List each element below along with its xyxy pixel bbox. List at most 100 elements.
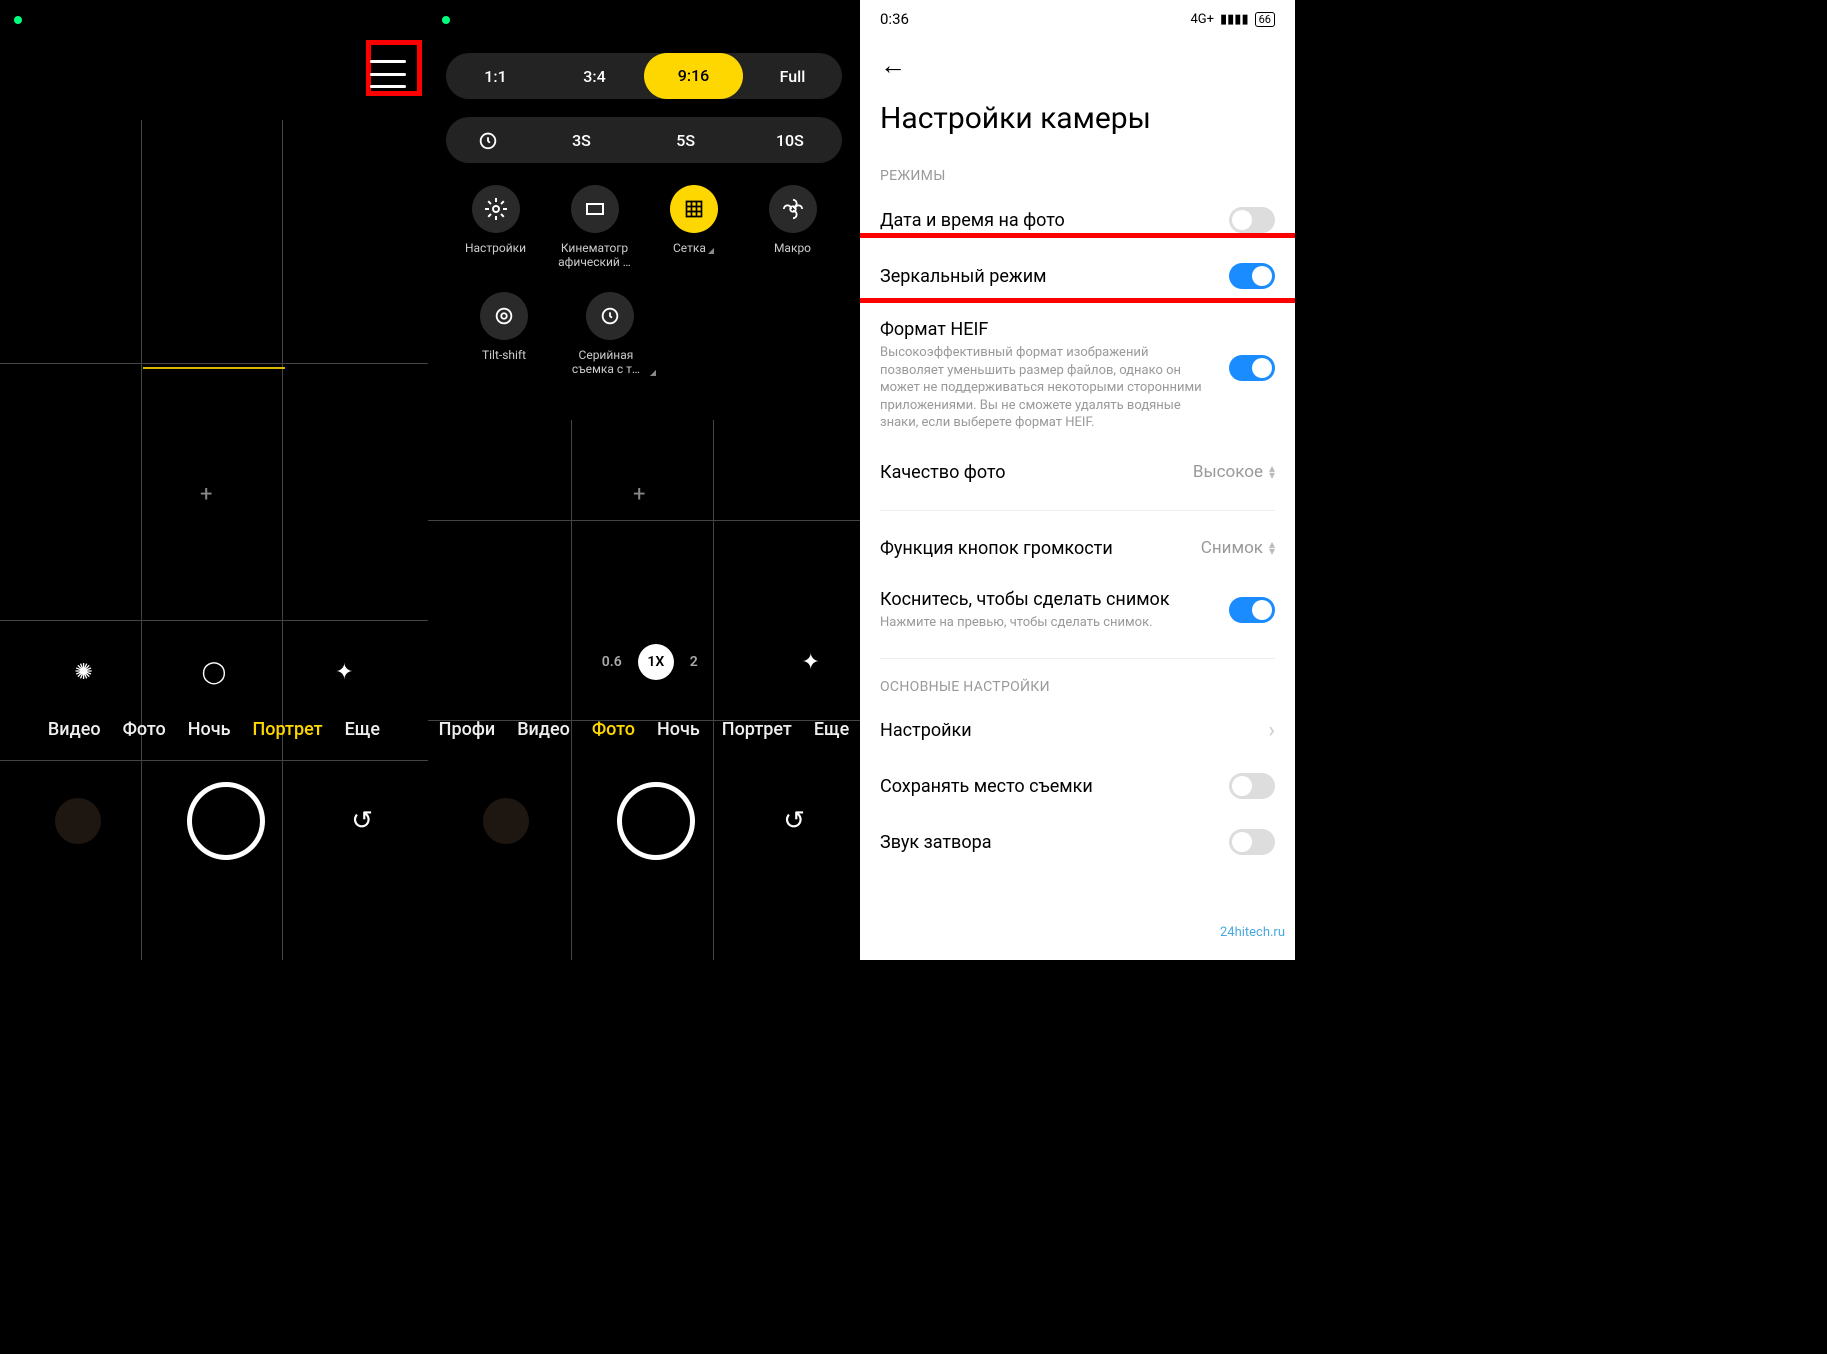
chevron-right-icon: ›: [1268, 718, 1275, 743]
signal-icon: ▮▮▮▮: [1220, 12, 1249, 27]
tilt-shift-capability[interactable]: Tilt-shift: [458, 292, 550, 377]
setting-title: Настройки: [880, 720, 1254, 741]
timer-off-icon[interactable]: [446, 129, 529, 151]
filter-toolbar: ✺ ◯ ✦: [0, 660, 428, 685]
caret-icon: ◢: [708, 246, 714, 255]
shutter-button[interactable]: [617, 782, 695, 860]
setting-title: Функция кнопок громкости: [880, 538, 1187, 559]
cap-label: Сетка: [673, 241, 706, 255]
timer-10s[interactable]: 10S: [738, 131, 842, 150]
toggle-mirror[interactable]: [1229, 263, 1275, 289]
aspect-9-16[interactable]: 9:16: [644, 53, 743, 99]
mode-photo[interactable]: Фото: [123, 719, 166, 740]
grid-line: [713, 420, 714, 960]
filter-icon[interactable]: ✦: [335, 660, 353, 685]
timer-3s[interactable]: 3S: [529, 131, 633, 150]
camera-screen-left: + ✺ ◯ ✦ Видео Фото Ночь Портрет Еще ↺: [0, 0, 428, 960]
setting-quality[interactable]: Качество фото Высокое ▴▾: [860, 447, 1295, 498]
status-bar: 0:36 4G+ ▮▮▮▮ 66: [860, 0, 1295, 38]
toggle-tap-to-shoot[interactable]: [1229, 597, 1275, 623]
network-icon: 4G+: [1190, 12, 1214, 27]
back-button[interactable]: ←: [860, 38, 1295, 93]
shutter-row: ↺: [428, 782, 860, 860]
grid-line: [571, 420, 572, 960]
settings-capability[interactable]: Настройки: [450, 185, 542, 270]
cap-label: Настройки: [465, 241, 526, 255]
thumbnail-button[interactable]: [483, 798, 529, 844]
flip-camera-icon[interactable]: ↺: [351, 806, 373, 836]
flip-camera-icon[interactable]: ↺: [783, 806, 805, 836]
toggle-save-location[interactable]: [1229, 773, 1275, 799]
mode-photo[interactable]: Фото: [592, 719, 635, 740]
burst-capability[interactable]: Серийная съемка с т…◢: [564, 292, 656, 377]
setting-settings-link[interactable]: Настройки ›: [860, 703, 1295, 758]
setting-title: Зеркальный режим: [880, 266, 1215, 287]
mode-selector[interactable]: Профи Видео Фото Ночь Портрет Еще: [428, 719, 860, 740]
menu-icon[interactable]: [370, 60, 406, 88]
timer-5s[interactable]: 5S: [634, 131, 738, 150]
divider: [880, 510, 1275, 511]
mode-more[interactable]: Еще: [345, 719, 380, 740]
toggle-datetime[interactable]: [1229, 207, 1275, 233]
grid-line: [428, 520, 860, 521]
page-title: Настройки камеры: [860, 93, 1295, 160]
aspect-ratio-selector[interactable]: 1:1 3:4 9:16 Full: [446, 53, 842, 99]
zoom-1x[interactable]: 1X: [638, 644, 674, 680]
grid-capability[interactable]: Сетка◢: [648, 185, 740, 270]
section-header-main: ОСНОВНЫЕ НАСТРОЙКИ: [860, 671, 1295, 703]
aspect-full[interactable]: Full: [743, 67, 842, 86]
macro-capability[interactable]: Макро: [747, 185, 839, 270]
focus-crosshair: +: [200, 482, 212, 507]
privacy-indicator-dot: [442, 16, 450, 24]
mode-night[interactable]: Ночь: [657, 719, 700, 740]
setting-tap-to-shoot[interactable]: Коснитесь, чтобы сделать снимок Нажмите …: [860, 574, 1295, 647]
setting-value: Снимок: [1201, 538, 1263, 558]
zoom-2[interactable]: 2: [690, 654, 698, 670]
setting-title: Звук затвора: [880, 832, 1215, 853]
camera-screen-center: 1:1 3:4 9:16 Full 3S 5S 10S Настройки Ки…: [428, 0, 860, 960]
setting-heif[interactable]: Формат HEIF Высокоэффективный формат изо…: [860, 304, 1295, 447]
toggle-heif[interactable]: [1229, 355, 1275, 381]
dropdown-arrows-icon: ▴▾: [1269, 541, 1275, 555]
divider: [880, 658, 1275, 659]
toggle-shutter-sound[interactable]: [1229, 829, 1275, 855]
filter-icon[interactable]: ✦: [802, 650, 820, 675]
cinematic-capability[interactable]: Кинематогр афический …: [549, 185, 641, 270]
zoom-0-6[interactable]: 0.6: [602, 654, 622, 670]
thumbnail-button[interactable]: [55, 798, 101, 844]
aspect-3-4[interactable]: 3:4: [545, 67, 644, 86]
gear-icon: [472, 185, 520, 233]
mode-pro[interactable]: Профи: [439, 719, 496, 740]
timer-selector[interactable]: 3S 5S 10S: [446, 117, 842, 163]
dropdown-arrows-icon: ▴▾: [1269, 465, 1275, 479]
brightness-icon[interactable]: ✺: [74, 660, 92, 685]
mode-portrait[interactable]: Портрет: [722, 719, 792, 740]
setting-value: Высокое: [1193, 462, 1263, 482]
mode-video[interactable]: Видео: [517, 719, 570, 740]
flower-icon: [769, 185, 817, 233]
camera-settings-screen: 0:36 4G+ ▮▮▮▮ 66 ← Настройки камеры РЕЖИ…: [860, 0, 1295, 960]
mode-selector[interactable]: Видео Фото Ночь Портрет Еще: [0, 719, 428, 740]
setting-mirror[interactable]: Зеркальный режим: [860, 248, 1295, 304]
aperture-icon[interactable]: ◯: [202, 660, 227, 685]
setting-save-location[interactable]: Сохранять место съемки: [860, 758, 1295, 814]
setting-volume-buttons[interactable]: Функция кнопок громкости Снимок ▴▾: [860, 523, 1295, 574]
cap-label: Tilt-shift: [482, 348, 526, 362]
mode-night[interactable]: Ночь: [188, 719, 231, 740]
mode-video[interactable]: Видео: [48, 719, 101, 740]
zoom-toolbar: 0.6 1X 2 ✦: [428, 644, 860, 680]
watermark: 24hitech.ru: [1220, 925, 1285, 940]
setting-shutter-sound[interactable]: Звук затвора: [860, 814, 1295, 870]
section-header-modes: РЕЖИМЫ: [860, 160, 1295, 192]
grid-line: [0, 760, 428, 761]
aspect-1-1[interactable]: 1:1: [446, 67, 545, 86]
grid-icon: [670, 185, 718, 233]
viewfinder[interactable]: +: [428, 420, 860, 960]
mode-more[interactable]: Еще: [814, 719, 849, 740]
shutter-button[interactable]: [187, 782, 265, 860]
shutter-row: ↺: [0, 782, 428, 860]
zoom-selector[interactable]: 0.6 1X 2: [602, 644, 698, 680]
mode-portrait[interactable]: Портрет: [253, 719, 323, 740]
settings-panel: 1:1 3:4 9:16 Full 3S 5S 10S Настройки Ки…: [428, 35, 860, 399]
setting-title: Качество фото: [880, 462, 1179, 483]
